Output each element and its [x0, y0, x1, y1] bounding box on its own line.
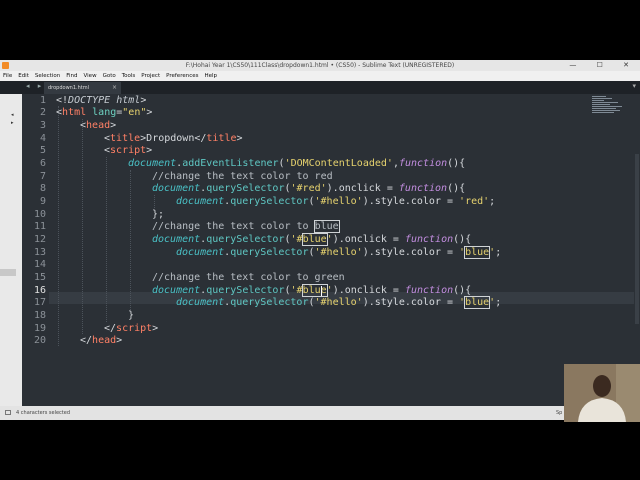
menu-edit[interactable]: Edit [15, 71, 32, 81]
line-number: 11 [33, 221, 46, 232]
indent-guide [130, 170, 132, 310]
line-number: 7 [39, 171, 46, 182]
indentation-status[interactable]: Sp [556, 406, 562, 420]
menu-help[interactable]: Help [201, 71, 220, 81]
line-number: 18 [33, 310, 46, 321]
line-number: 2 [39, 107, 46, 118]
line-number: 20 [33, 335, 46, 346]
line-number: 14 [33, 259, 46, 270]
line-number: 19 [33, 323, 46, 334]
code-line-16: document.querySelector('#blue').onclick … [152, 284, 472, 297]
code-line-5: <script> [104, 145, 153, 156]
search-match-highlight: blue [464, 296, 491, 309]
line-number: 15 [33, 272, 46, 283]
code-line-7: //change the text color to red [152, 171, 333, 182]
text-cursor [321, 286, 322, 296]
menu-preferences[interactable]: Preferences [163, 71, 201, 81]
search-match-highlight: blue [464, 246, 491, 259]
side-panel: ◂ ▸ [0, 94, 22, 406]
code-line-17: document.querySelector('#hello').style.c… [176, 296, 502, 309]
webcam-overlay [564, 364, 640, 422]
menu-find[interactable]: Find [63, 71, 80, 81]
code-line-3: <head> [80, 120, 117, 131]
code-line-4: <title>Dropdown</title> [104, 133, 243, 144]
line-number: 17 [33, 297, 46, 308]
indent-guide [106, 157, 108, 322]
code-line-1: <!DOCTYPE html> [56, 95, 147, 106]
code-line-12: document.querySelector('#blue').onclick … [152, 233, 472, 246]
menu-bar: File Edit Selection Find View Goto Tools… [0, 71, 640, 81]
code-line-11: //change the text color to blue [152, 220, 340, 233]
code-line-2: <html lang="en"> [56, 107, 153, 118]
minimap[interactable] [592, 96, 626, 114]
panel-scroll-thumb[interactable] [0, 269, 16, 276]
code-editor[interactable]: <!DOCTYPE html> <html lang="en"> <head> … [56, 94, 616, 406]
selected-text: blue [301, 284, 328, 297]
arrow-icon: ▸ [11, 120, 14, 126]
indent-guide [58, 106, 60, 346]
line-number: 8 [39, 183, 46, 194]
tab-label: dropdown1.html [48, 85, 90, 91]
selection-status: 4 characters selected [16, 410, 71, 416]
tab-list-dropdown-icon[interactable]: ▾ [632, 82, 636, 90]
vertical-scrollbar[interactable] [635, 94, 640, 406]
line-number: 9 [39, 196, 46, 207]
tab-dropdown1-html[interactable]: dropdown1.html × [44, 82, 121, 94]
code-line-6: document.addEventListener('DOMContentLoa… [128, 158, 466, 169]
menu-project[interactable]: Project [138, 71, 163, 81]
tab-nav-arrows-icon[interactable]: ◂ ▸ [26, 82, 44, 90]
code-line-13: document.querySelector('#hello').style.c… [176, 246, 502, 259]
code-line-10: }; [152, 209, 165, 220]
tab-close-icon[interactable]: × [112, 82, 117, 94]
line-number-current: 16 [33, 285, 46, 296]
line-number: 6 [39, 158, 46, 169]
line-number: 3 [39, 120, 46, 131]
window-title: F:\Hohai Year 1\CS50\111Class\dropdown1.… [185, 62, 455, 69]
menu-tools[interactable]: Tools [119, 71, 139, 81]
line-number: 1 [39, 95, 46, 106]
title-bar: F:\Hohai Year 1\CS50\111Class\dropdown1.… [0, 60, 640, 71]
line-number-gutter: 1 2 3 4 5 6 7 8 9 10 11 12 13 14 15 16 1… [22, 94, 49, 406]
indent-guide [82, 119, 84, 334]
menu-goto[interactable]: Goto [100, 71, 119, 81]
scroll-thumb[interactable] [635, 154, 639, 324]
status-bar: 4 characters selected Sp [0, 406, 640, 420]
line-number: 10 [33, 209, 46, 220]
search-match-highlight: blue [301, 233, 328, 246]
line-number: 13 [33, 247, 46, 258]
line-number: 4 [39, 133, 46, 144]
panel-toggle-icon[interactable] [5, 410, 11, 415]
menu-file[interactable]: File [0, 71, 15, 81]
code-line-9: document.querySelector('#hello').style.c… [176, 196, 496, 207]
line-number: 12 [33, 234, 46, 245]
code-line-19: </script> [104, 323, 159, 334]
code-line-8: document.querySelector('#red').onclick =… [152, 183, 466, 194]
person-webcam-icon [564, 364, 640, 422]
indent-guide [154, 195, 156, 208]
tab-bar: ◂ ▸ dropdown1.html × ▾ [0, 81, 640, 94]
window-controls[interactable]: — ☐ ✕ [569, 60, 638, 71]
line-number: 5 [39, 145, 46, 156]
code-line-15: //change the text color to green [152, 272, 345, 283]
code-line-18: } [128, 310, 135, 321]
arrow-icon: ◂ [11, 112, 14, 118]
code-line-20: </head> [80, 335, 123, 346]
sublime-text-window: F:\Hohai Year 1\CS50\111Class\dropdown1.… [0, 60, 640, 420]
search-match-highlight: blue [313, 220, 340, 233]
menu-selection[interactable]: Selection [32, 71, 63, 81]
menu-view[interactable]: View [81, 71, 100, 81]
